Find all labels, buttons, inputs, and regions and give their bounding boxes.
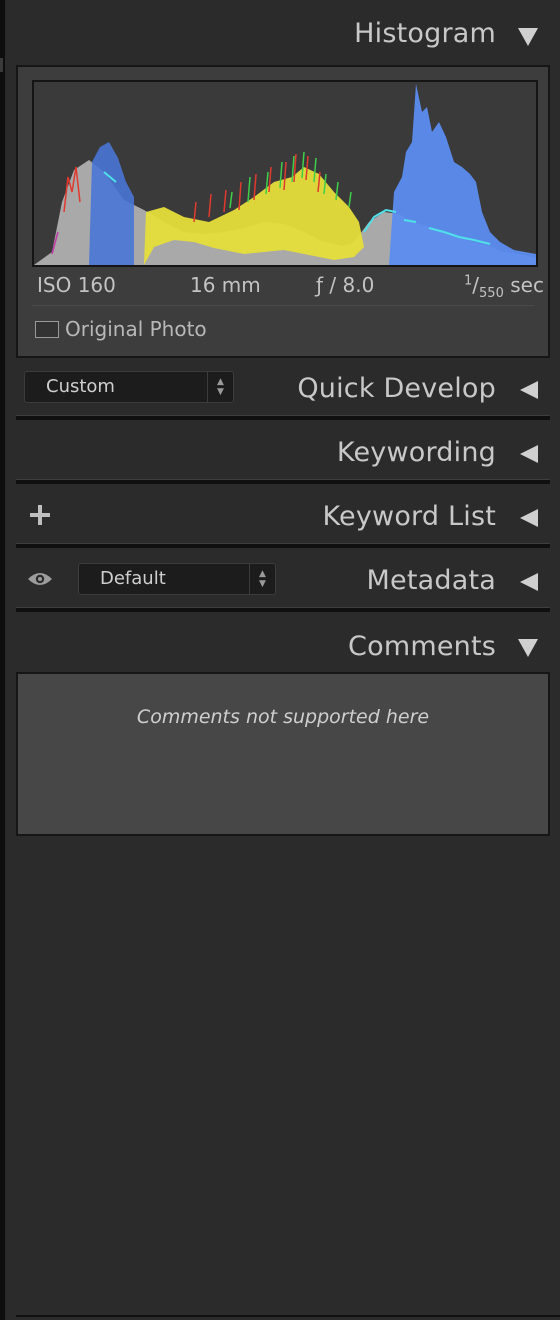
triangle-left-icon[interactable]: [520, 445, 538, 463]
panel-divider: [16, 479, 550, 484]
triangle-down-icon[interactable]: [518, 28, 538, 46]
histogram-chart[interactable]: [32, 80, 538, 267]
histogram-header[interactable]: Histogram: [16, 8, 550, 64]
keywording-title: Keywording: [336, 437, 496, 468]
triangle-left-icon[interactable]: [520, 573, 538, 591]
histogram-blue-left: [89, 142, 134, 265]
quick-develop-title: Quick Develop: [297, 373, 496, 404]
histogram-panel: ISO 160 16 mm ƒ / 8.0 1/550 sec Original…: [16, 65, 550, 358]
exif-divider: [32, 305, 534, 306]
comments-title: Comments: [348, 631, 496, 662]
keywording-header[interactable]: Keywording: [16, 426, 550, 482]
panel-bottom-border: [16, 1315, 560, 1317]
shutter-numerator: 1: [464, 273, 473, 289]
shutter-denominator: 550: [479, 286, 504, 301]
shutter-unit: sec: [510, 273, 544, 297]
triangle-left-icon[interactable]: [520, 509, 538, 527]
comments-header[interactable]: Comments: [16, 620, 550, 676]
triangle-down-icon[interactable]: [518, 639, 538, 657]
comments-box: Comments not supported here: [16, 672, 550, 836]
histogram-graph: [34, 84, 536, 265]
panel-divider: [16, 607, 550, 612]
keyword-list-title: Keyword List: [322, 501, 496, 532]
comments-message: Comments not supported here: [136, 706, 430, 728]
metadata-title: Metadata: [366, 565, 496, 596]
triangle-left-icon[interactable]: [520, 381, 538, 399]
histogram-title: Histogram: [354, 18, 496, 49]
panel-left-edge: [0, 0, 5, 1320]
keyword-list-header[interactable]: Keyword List: [16, 490, 550, 546]
edge-nub: [0, 58, 3, 72]
exif-iso: ISO 160: [37, 273, 116, 297]
original-photo-label: Original Photo: [65, 317, 207, 341]
exif-shutter: 1/550 sec: [464, 273, 544, 301]
panel-divider: [16, 543, 550, 548]
quick-develop-header[interactable]: Quick Develop: [16, 362, 550, 418]
metadata-header[interactable]: Metadata: [16, 554, 550, 610]
exif-focal-length: 16 mm: [190, 273, 261, 297]
exif-aperture: ƒ / 8.0: [316, 273, 375, 297]
original-photo-checkbox[interactable]: [35, 321, 59, 338]
panel-divider: [16, 415, 550, 420]
